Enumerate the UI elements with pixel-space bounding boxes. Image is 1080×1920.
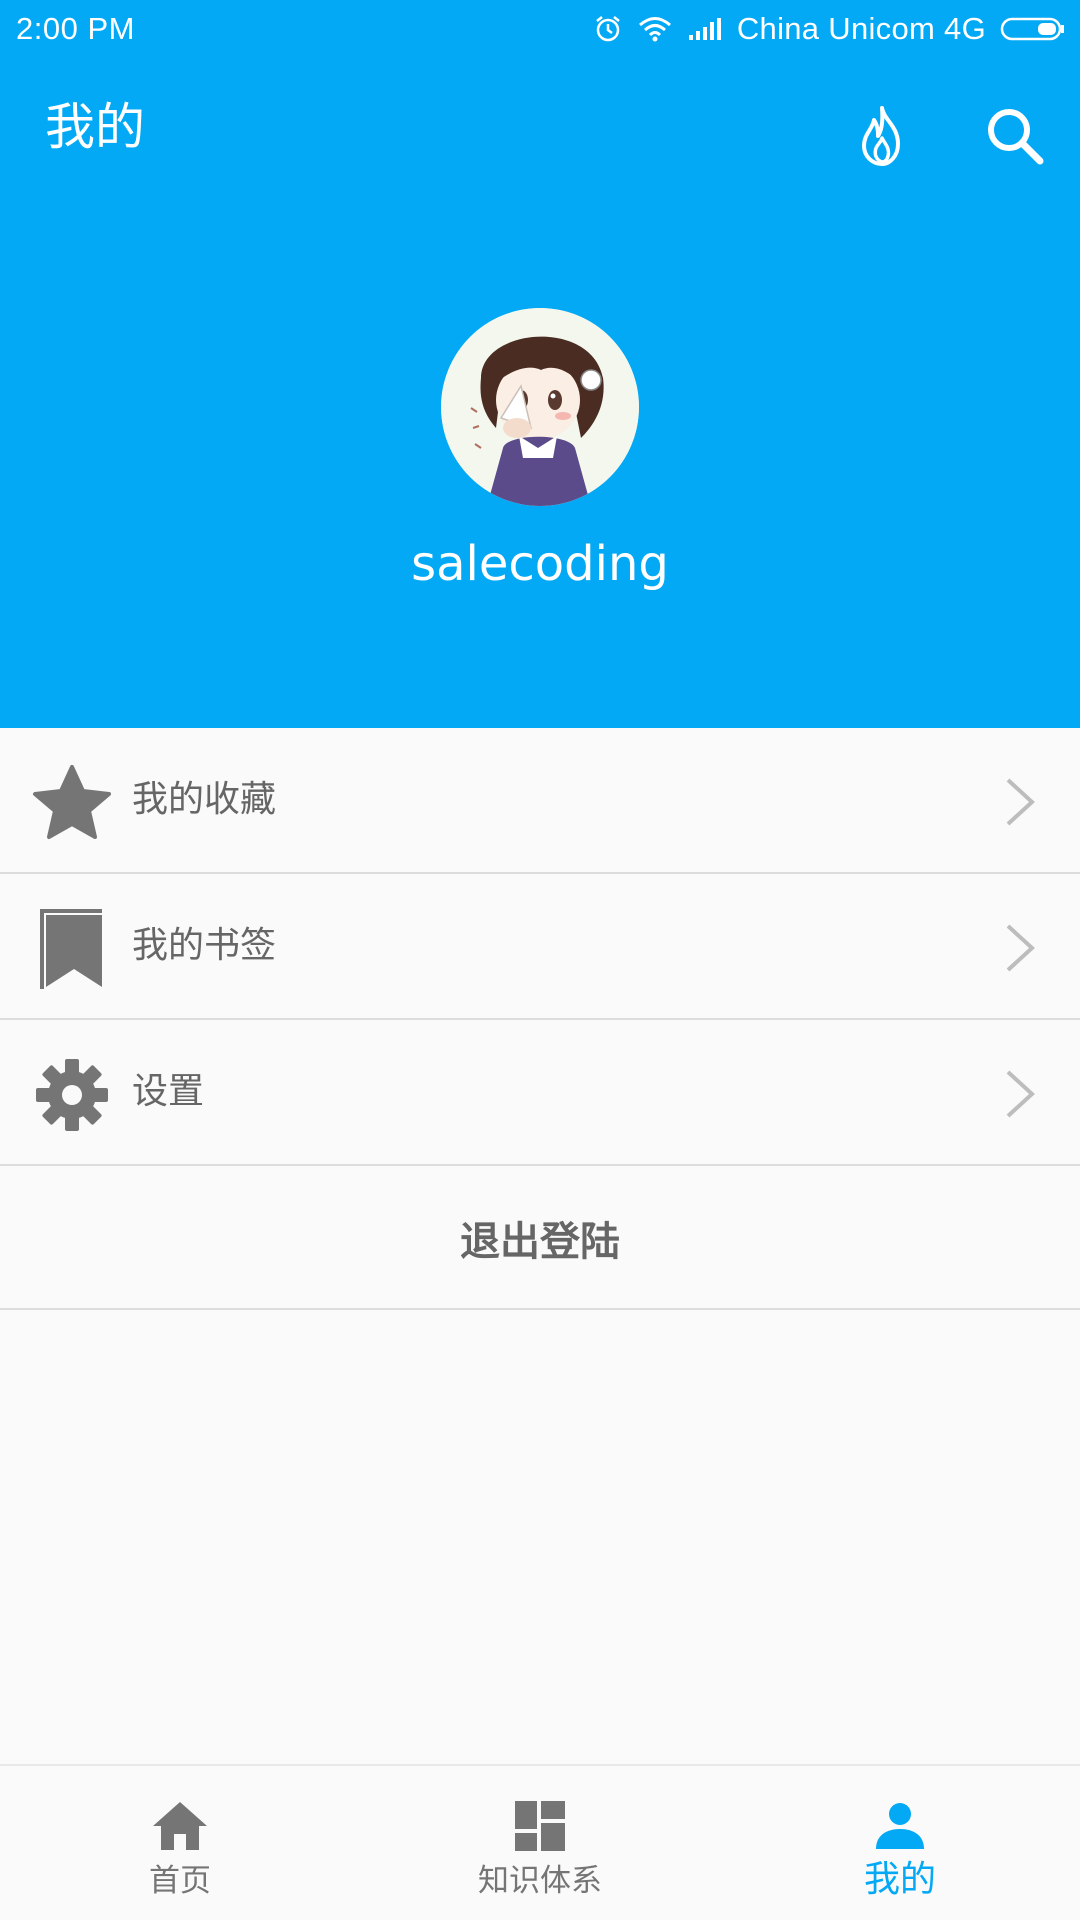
hot-button[interactable] xyxy=(842,98,922,178)
nav-item-knowledge[interactable]: 知识体系 xyxy=(360,1766,720,1920)
chevron-right-icon xyxy=(1000,922,1040,974)
star-icon xyxy=(32,763,112,843)
nav-item-mine[interactable]: 我的 xyxy=(720,1766,1080,1920)
hot-icon xyxy=(852,104,912,172)
page-title: 我的 xyxy=(45,98,145,156)
home-icon xyxy=(150,1796,210,1856)
username: salecoding xyxy=(411,536,669,592)
menu-item-bookmarks[interactable]: 我的书签 xyxy=(0,874,1080,1020)
battery-icon xyxy=(1000,16,1066,42)
chevron-right-icon xyxy=(1000,1068,1040,1120)
search-icon xyxy=(984,105,1046,171)
menu-item-label: 我的书签 xyxy=(132,925,277,966)
menu-item-label: 设置 xyxy=(132,1071,205,1112)
bottom-navigation: 首页 知识体系 我的 xyxy=(0,1764,1080,1920)
menu-item-label: 我的收藏 xyxy=(132,779,277,820)
wifi-icon xyxy=(637,15,673,43)
chevron-right-icon xyxy=(1000,776,1040,828)
menu-item-settings[interactable]: 设置 xyxy=(0,1020,1080,1166)
app-screen: 2:00 PM China Unicom 4G 我的 salecoding 我的… xyxy=(0,0,1080,1920)
alarm-icon xyxy=(593,14,623,44)
search-button[interactable] xyxy=(975,98,1055,178)
status-bar: 2:00 PM China Unicom 4G xyxy=(0,0,1080,58)
bookmark-icon xyxy=(32,909,112,989)
signal-icon xyxy=(687,16,723,42)
status-time: 2:00 PM xyxy=(16,11,135,46)
menu-item-favorites[interactable]: 我的收藏 xyxy=(0,728,1080,874)
profile-header: 我的 salecoding xyxy=(0,58,1080,728)
logout-button[interactable]: 退出登陆 xyxy=(0,1167,1080,1310)
nav-item-label: 我的 xyxy=(863,1859,936,1900)
gear-icon xyxy=(32,1055,112,1135)
dashboard-icon xyxy=(510,1796,570,1856)
profile-menu: 我的收藏 我的书签 设置 xyxy=(0,728,1080,1166)
status-icons: China Unicom 4G xyxy=(593,11,1066,47)
nav-item-label: 知识体系 xyxy=(478,1863,602,1899)
status-carrier: China Unicom 4G xyxy=(736,11,986,46)
person-icon xyxy=(870,1796,930,1856)
avatar[interactable] xyxy=(441,308,639,506)
nav-item-home[interactable]: 首页 xyxy=(0,1766,360,1920)
nav-item-label: 首页 xyxy=(149,1863,211,1899)
